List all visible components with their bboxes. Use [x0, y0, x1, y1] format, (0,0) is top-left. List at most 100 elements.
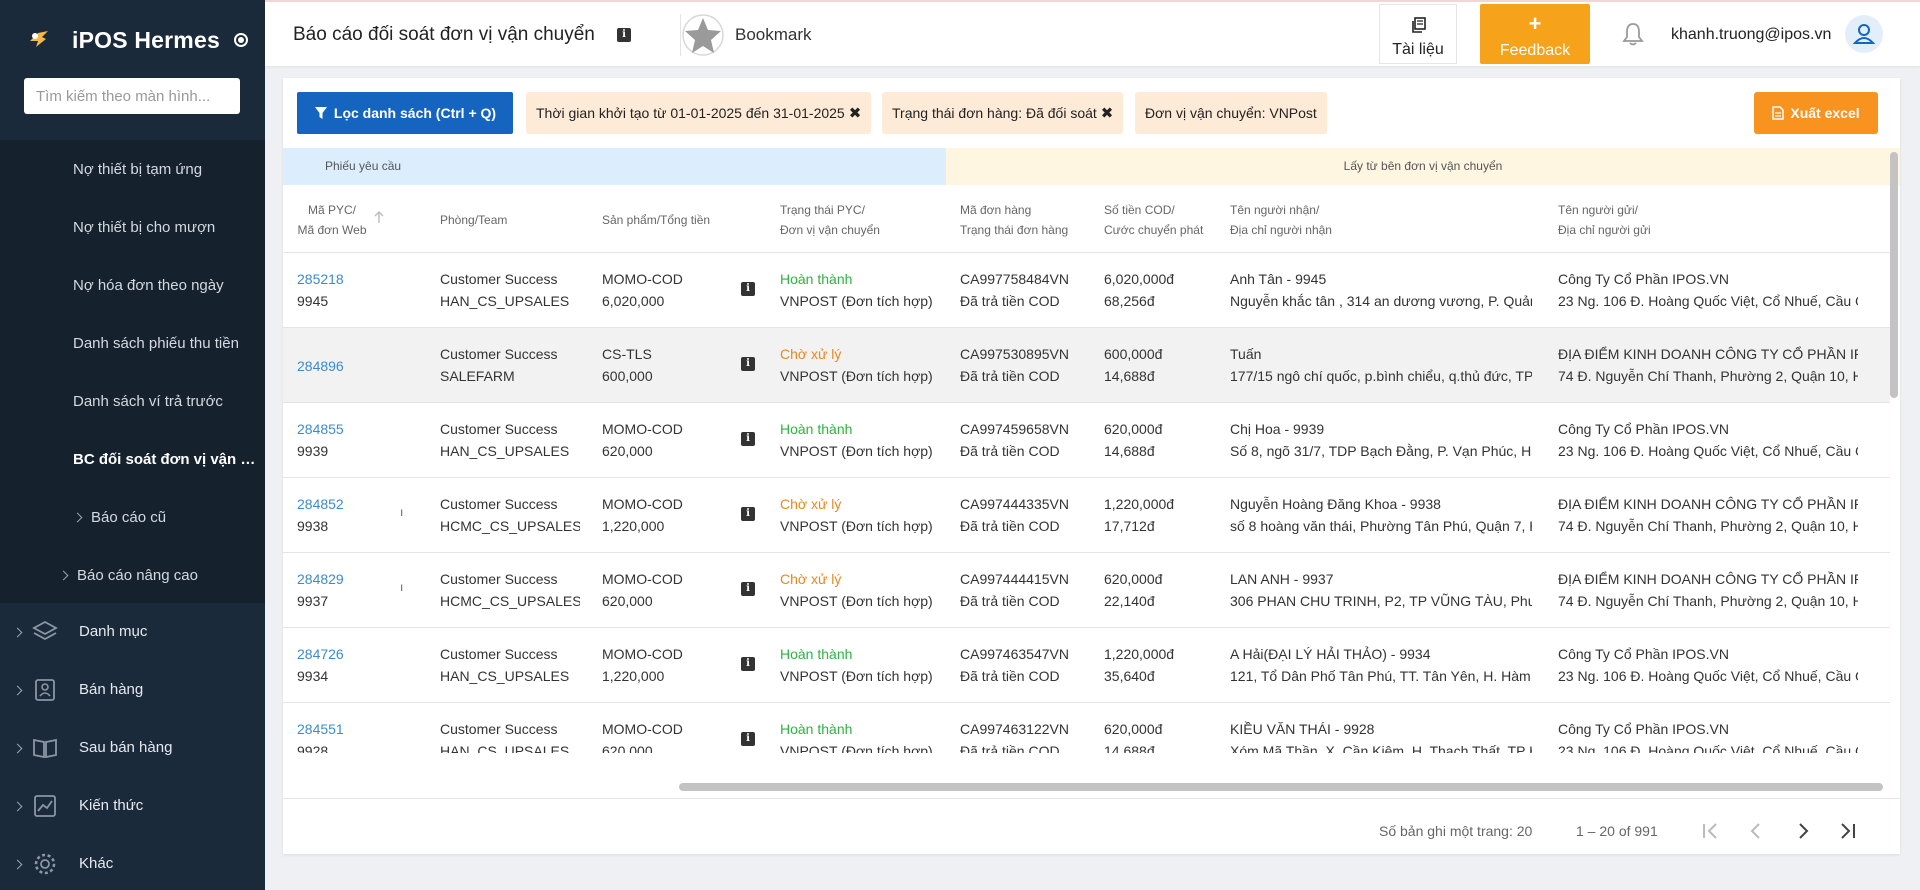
sidebar-item-label: Báo cáo cũ: [91, 508, 167, 526]
cell-pyc[interactable]: 284852 9938: [297, 493, 397, 537]
table-row[interactable]: 284852 9938 ı Customer Success HCMC_CS_UPSAL…: [283, 478, 1890, 553]
export-excel-button[interactable]: Xuất excel: [1754, 92, 1878, 134]
cell-sender-primary: Công Ty Cổ Phần IPOS.VN: [1558, 721, 1729, 737]
col-header-cod[interactable]: Số tiền COD/ Cước chuyển phát: [1104, 200, 1203, 240]
cell-pyc[interactable]: 284855 9939: [297, 418, 397, 462]
cell-product: MOMO-COD 1,220,000: [602, 643, 722, 687]
filter-chip-status[interactable]: Trạng thái đơn hàng: Đã đối soát ✖: [882, 92, 1124, 134]
table-row[interactable]: 285218 9945 Customer Success HAN_CS_UPSALES…: [283, 253, 1890, 328]
filter-chip-carrier[interactable]: Đơn vị vận chuyển: VNPost: [1135, 92, 1327, 134]
sidebar-item-label: Nợ thiết bị cho mượn: [73, 218, 216, 236]
docs-button[interactable]: Tài liệu: [1379, 4, 1457, 64]
info-icon[interactable]: i: [617, 28, 631, 42]
close-icon[interactable]: ✖: [849, 104, 862, 122]
row-info-icon[interactable]: i: [741, 657, 755, 671]
next-page-icon[interactable]: [1788, 816, 1818, 846]
cell-status-primary: Hoàn thành: [780, 646, 853, 662]
sidebar-item-no-thiet-bi-cho-muon[interactable]: Nợ thiết bị cho mượn: [0, 198, 265, 256]
filter-list-button[interactable]: Lọc danh sách (Ctrl + Q): [297, 92, 513, 134]
cell-pyc[interactable]: 284551 9928: [297, 718, 397, 753]
row-info-icon[interactable]: i: [741, 432, 755, 446]
sidebar-item-bao-cao-cu[interactable]: Báo cáo cũ: [0, 488, 265, 546]
cell-pyc[interactable]: 284726 9934: [297, 643, 397, 687]
bookmark-star-icon[interactable]: [682, 14, 724, 56]
cell-sender-address: 23 Ng. 106 Đ. Hoàng Quốc Việt, Cổ Nhuế, …: [1558, 443, 1858, 459]
bell-icon[interactable]: [1622, 22, 1644, 46]
first-page-icon[interactable]: [1695, 816, 1725, 846]
last-page-icon[interactable]: [1833, 816, 1863, 846]
sidebar-item-bc-doi-soat[interactable]: BC đối soát đơn vị vận chuyển: [0, 430, 265, 488]
cell-pyc[interactable]: 285218 9945: [297, 268, 397, 312]
col-header-receiver[interactable]: Tên người nhận/ Địa chỉ người nhận: [1230, 200, 1332, 240]
sort-arrow-up-icon[interactable]: [373, 210, 385, 224]
brand[interactable]: iPOS Hermes: [0, 0, 265, 80]
cell-pyc-primary[interactable]: 285218: [297, 268, 397, 290]
cell-sender-primary: Công Ty Cổ Phần IPOS.VN: [1558, 271, 1729, 287]
close-icon[interactable]: ✖: [1101, 104, 1114, 122]
sidebar-item-kien-thuc[interactable]: Kiến thức: [0, 777, 265, 835]
cell-product: MOMO-COD 1,220,000: [602, 493, 722, 537]
chip-label: Đơn vị vận chuyển: VNPost: [1145, 105, 1317, 121]
cell-sender: Công Ty Cổ Phần IPOS.VN 23 Ng. 106 Đ. Hoà…: [1558, 643, 1858, 687]
filter-chip-date[interactable]: Thời gian khởi tạo từ 01-01-2025 đến 31-…: [526, 92, 872, 134]
col-header-line: Địa chỉ người nhận: [1230, 223, 1332, 237]
sidebar-search-input[interactable]: [24, 78, 240, 114]
cell-pyc-primary[interactable]: 284726: [297, 643, 397, 665]
filter-button-label: Lọc danh sách (Ctrl + Q): [333, 105, 497, 121]
col-header-order[interactable]: Mã đơn hàng Trạng thái đơn hàng: [960, 200, 1068, 240]
previous-page-icon[interactable]: [1741, 816, 1771, 846]
sidebar-item-no-thiet-bi-tam-ung[interactable]: Nợ thiết bị tạm ứng: [0, 140, 265, 198]
sidebar-item-ban-hang[interactable]: Bán hàng: [0, 661, 265, 719]
table-row[interactable]: 284855 9939 Customer Success HAN_CS_UPSALES…: [283, 403, 1890, 478]
radio-dot-icon[interactable]: [233, 33, 248, 47]
cell-web-order: 9945: [297, 293, 329, 309]
bookmark-label[interactable]: Bookmark: [735, 25, 812, 45]
horizontal-scrollbar-thumb[interactable]: [679, 783, 1883, 791]
sidebar-item-sau-ban-hang[interactable]: Sau bán hàng: [0, 719, 265, 777]
cell-pyc[interactable]: 284896: [297, 355, 397, 377]
sidebar-item-no-hoa-don[interactable]: Nợ hóa đơn theo ngày: [0, 256, 265, 314]
row-info-icon[interactable]: i: [741, 282, 755, 296]
cell-receiver: A Hải(ĐẠI LÝ HẢI THẢO) - 9934 121, Tổ Dân…: [1230, 643, 1532, 687]
sidebar-item-phieu-thu-tien[interactable]: Danh sách phiếu thu tiền: [0, 314, 265, 372]
page-title: Báo cáo đối soát đơn vị vận chuyển: [293, 24, 595, 45]
col-header-status[interactable]: Trạng thái PYC/ Đơn vị vận chuyển: [780, 200, 880, 240]
table-row[interactable]: 284726 9934 Customer Success HAN_CS_UPSALES…: [283, 628, 1890, 703]
row-info-icon[interactable]: i: [741, 357, 755, 371]
feedback-button[interactable]: + Feedback: [1480, 4, 1590, 64]
table-row[interactable]: 284896 Customer Success SALEFARM CS-TLS 600,…: [283, 328, 1890, 403]
table-row[interactable]: 284551 9928 Customer Success HAN_CS_UPSALES…: [283, 703, 1890, 753]
page-size-label[interactable]: Số bản ghi một trang: 20: [1379, 823, 1532, 839]
avatar[interactable]: [1845, 15, 1883, 53]
sidebar-item-bao-cao-nang-cao[interactable]: Báo cáo nâng cao: [0, 546, 265, 604]
row-info-icon[interactable]: i: [741, 507, 755, 521]
group-header-carrier: Lấy từ bên đơn vị vận chuyển: [946, 148, 1900, 185]
cell-order-status: Đã trả tiền COD: [960, 743, 1060, 753]
table-row[interactable]: 284829 9937 ı Customer Success HCMC_CS_UPSAL…: [283, 553, 1890, 628]
sidebar-item-khac[interactable]: Khác: [0, 835, 265, 890]
cell-pyc-primary[interactable]: 284551: [297, 718, 397, 740]
col-header-pyc[interactable]: Mã PYC/ Mã đơn Web: [297, 200, 367, 240]
user-email[interactable]: khanh.truong@ipos.vn: [1671, 26, 1831, 44]
row-info-icon[interactable]: i: [741, 732, 755, 746]
col-header-team[interactable]: Phòng/Team: [440, 210, 507, 230]
cell-order-status: Đã trả tiền COD: [960, 668, 1060, 684]
user-icon: [1852, 24, 1876, 44]
col-header-sender[interactable]: Tên người gửi/ Địa chỉ người gửi: [1558, 200, 1651, 240]
cell-pyc-primary[interactable]: 284829: [297, 568, 397, 590]
cell-fee: 14,688đ: [1104, 743, 1155, 753]
cell-pyc-primary[interactable]: 284896: [297, 355, 397, 377]
cell-pyc-primary[interactable]: 284852: [297, 493, 397, 515]
cell-cod-primary: 620,000đ: [1104, 571, 1163, 587]
sidebar-item-danh-muc[interactable]: Danh mục: [0, 603, 265, 661]
cell-pyc[interactable]: 284829 9937: [297, 568, 397, 612]
vertical-scrollbar-thumb[interactable]: [1890, 152, 1898, 398]
chevron-right-icon: [12, 743, 23, 754]
col-header-product[interactable]: Sản phẩm/Tổng tiền: [602, 210, 710, 230]
cell-order-code-primary: CA997444415VN: [960, 571, 1069, 587]
cell-order-code: CA997444415VN Đã trả tiền COD: [960, 568, 1080, 612]
cell-product-primary: MOMO-COD: [602, 646, 683, 662]
row-info-icon[interactable]: i: [741, 582, 755, 596]
sidebar-item-vi-tra-truoc[interactable]: Danh sách ví trả trước: [0, 372, 265, 430]
cell-pyc-primary[interactable]: 284855: [297, 418, 397, 440]
